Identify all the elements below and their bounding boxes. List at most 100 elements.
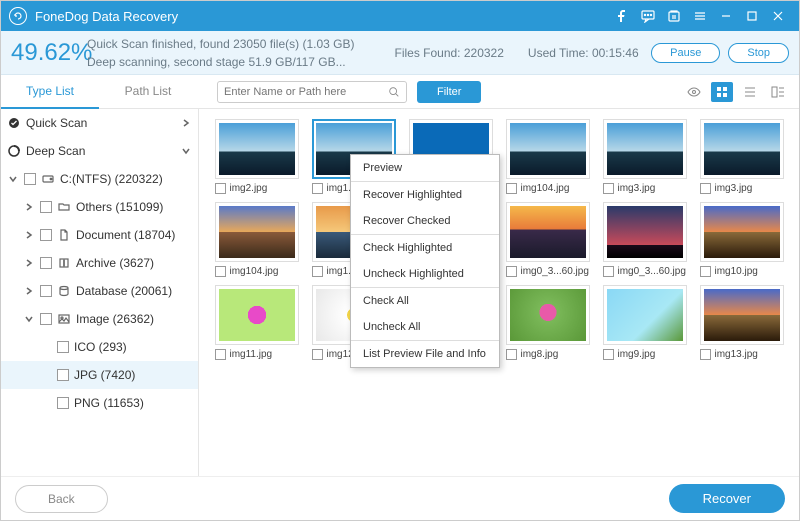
checkbox[interactable] [24,173,36,185]
checkbox[interactable] [700,349,711,360]
filename: img11.jpg [230,349,299,360]
sidebar-deep-scan[interactable]: Deep Scan [1,137,198,165]
chevron-right-icon [23,203,35,211]
preview-eye-icon[interactable] [683,82,705,102]
filter-button[interactable]: Filter [417,81,481,103]
maximize-icon[interactable] [739,1,765,31]
ctx-uncheck-all[interactable]: Uncheck All [351,314,499,340]
pause-button[interactable]: Pause [651,43,720,63]
checkbox[interactable] [603,349,614,360]
checkbox[interactable] [506,183,517,194]
checkbox[interactable] [215,183,226,194]
filename: img0_3...60.jpg [521,266,590,277]
checkbox[interactable] [57,397,69,409]
chevron-right-icon [23,287,35,295]
filename: img104.jpg [230,266,299,277]
checkbox[interactable] [40,257,52,269]
checkbox[interactable] [215,349,226,360]
ctx-check-all[interactable]: Check All [351,288,499,314]
thumbnail[interactable]: img8.jpg [502,285,593,360]
ctx-preview[interactable]: Preview [351,155,499,181]
thumbnail[interactable]: img2.jpg [211,119,302,194]
chevron-down-icon [23,315,35,323]
ctx-check-highlighted[interactable]: Check Highlighted [351,235,499,261]
chevron-right-icon [23,259,35,267]
sidebar-others[interactable]: Others (151099) [1,193,198,221]
checkbox[interactable] [603,266,614,277]
sidebar-archive[interactable]: Archive (3627) [1,249,198,277]
thumbnail[interactable]: img3.jpg [696,119,787,194]
facebook-icon[interactable] [609,1,635,31]
checkbox[interactable] [40,229,52,241]
drive-icon [41,173,55,185]
checkbox[interactable] [700,183,711,194]
checkbox[interactable] [603,183,614,194]
back-button[interactable]: Back [15,485,108,513]
sidebar-ico[interactable]: ICO (293) [1,333,198,361]
tab-type-list[interactable]: Type List [1,75,99,109]
checkbox[interactable] [312,266,323,277]
titlebar: FoneDog Data Recovery [1,1,799,31]
sidebar-drive[interactable]: C:(NTFS) (220322) [1,165,198,193]
checkbox[interactable] [700,266,711,277]
checkbox[interactable] [40,201,52,213]
checkbox[interactable] [40,285,52,297]
chevron-right-icon [180,119,192,127]
ctx-uncheck-highlighted[interactable]: Uncheck Highlighted [351,261,499,287]
thumbnail[interactable]: img0_3...60.jpg [502,202,593,277]
checkbox[interactable] [57,369,69,381]
stop-button[interactable]: Stop [728,43,789,63]
list-view-icon[interactable] [739,82,761,102]
thumbnail[interactable]: img3.jpg [599,119,690,194]
ctx-list-preview[interactable]: List Preview File and Info [351,341,499,367]
checkbox[interactable] [312,183,323,194]
thumbnail[interactable]: img104.jpg [211,202,302,277]
checkbox[interactable] [506,349,517,360]
search-icon [388,86,400,98]
ctx-recover-checked[interactable]: Recover Checked [351,208,499,234]
status-line2: Deep scanning, second stage 51.9 GB/117 … [87,55,354,69]
folder-icon [57,201,71,213]
close-icon[interactable] [765,1,791,31]
thumbnail[interactable]: img13.jpg [696,285,787,360]
sidebar-quick-scan[interactable]: Quick Scan [1,109,198,137]
status-line1: Quick Scan finished, found 23050 file(s)… [87,37,354,51]
search-input[interactable] [224,86,388,98]
filename: img10.jpg [715,266,784,277]
status-bar: 49.62% Quick Scan finished, found 23050 … [1,31,799,75]
sidebar-jpg[interactable]: JPG (7420) [1,361,198,389]
sidebar-png[interactable]: PNG (11653) [1,389,198,417]
minimize-icon[interactable] [713,1,739,31]
ctx-recover-highlighted[interactable]: Recover Highlighted [351,182,499,208]
search-box[interactable] [217,81,407,103]
recover-button[interactable]: Recover [669,484,785,513]
tab-path-list[interactable]: Path List [99,75,197,109]
grid-view-icon[interactable] [711,82,733,102]
sidebar-database[interactable]: Database (20061) [1,277,198,305]
sidebar-document[interactable]: Document (18704) [1,221,198,249]
register-icon[interactable] [661,1,687,31]
chevron-down-icon [180,147,192,155]
database-icon [57,285,71,297]
chevron-right-icon [23,231,35,239]
sidebar-image[interactable]: Image (26362) [1,305,198,333]
feedback-icon[interactable] [635,1,661,31]
checkbox[interactable] [506,266,517,277]
filename: img3.jpg [715,183,784,194]
footer: Back Recover [1,476,799,520]
chevron-down-icon [7,175,19,183]
thumbnail[interactable]: img10.jpg [696,202,787,277]
menu-icon[interactable] [687,1,713,31]
checkbox[interactable] [57,341,69,353]
checkbox[interactable] [312,349,323,360]
toolbar: Type List Path List Filter [1,75,799,109]
checkbox[interactable] [215,266,226,277]
check-circle-icon [7,116,21,130]
thumbnail[interactable]: img104.jpg [502,119,593,194]
thumbnail[interactable]: img9.jpg [599,285,690,360]
detail-view-icon[interactable] [767,82,789,102]
thumbnail[interactable]: img11.jpg [211,285,302,360]
context-menu: Preview Recover Highlighted Recover Chec… [350,154,500,368]
checkbox[interactable] [40,313,52,325]
thumbnail[interactable]: img0_3...60.jpg [599,202,690,277]
